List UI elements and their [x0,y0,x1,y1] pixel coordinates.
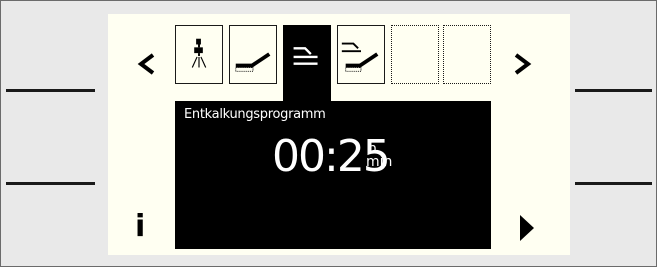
tab-descaling-brush[interactable] [337,25,385,84]
descaling-brush-icon [341,42,379,72]
tab-spray-nozzle[interactable] [175,25,223,84]
descaling-icon [293,47,318,65]
tab-empty-slot-1[interactable] [391,25,439,84]
info-button[interactable]: i [135,212,145,242]
next-arrow-button[interactable] [511,41,535,87]
right-softkey-bottom[interactable] [575,182,652,185]
tab-empty-slot-2[interactable] [443,25,491,84]
chevron-left-icon [137,53,155,75]
tab-descaling[interactable] [283,25,331,101]
right-softkey-top[interactable] [575,89,652,92]
display-screen: Entkalkungsprogramm 00:25 h min i [108,14,570,255]
brush-cleaning-icon [235,52,271,72]
program-name: Entkalkungsprogramm [184,107,326,122]
previous-arrow-button[interactable] [134,41,158,87]
spray-nozzle-icon [191,38,207,68]
left-softkey-top[interactable] [6,89,95,92]
program-panel: Entkalkungsprogramm 00:25 h min [175,101,491,249]
left-softkey-bottom[interactable] [6,182,95,185]
chevron-right-icon [514,53,532,75]
time-unit-minutes: min [366,154,393,170]
start-play-icon[interactable] [520,215,534,241]
tab-brush-cleaning[interactable] [229,25,277,84]
